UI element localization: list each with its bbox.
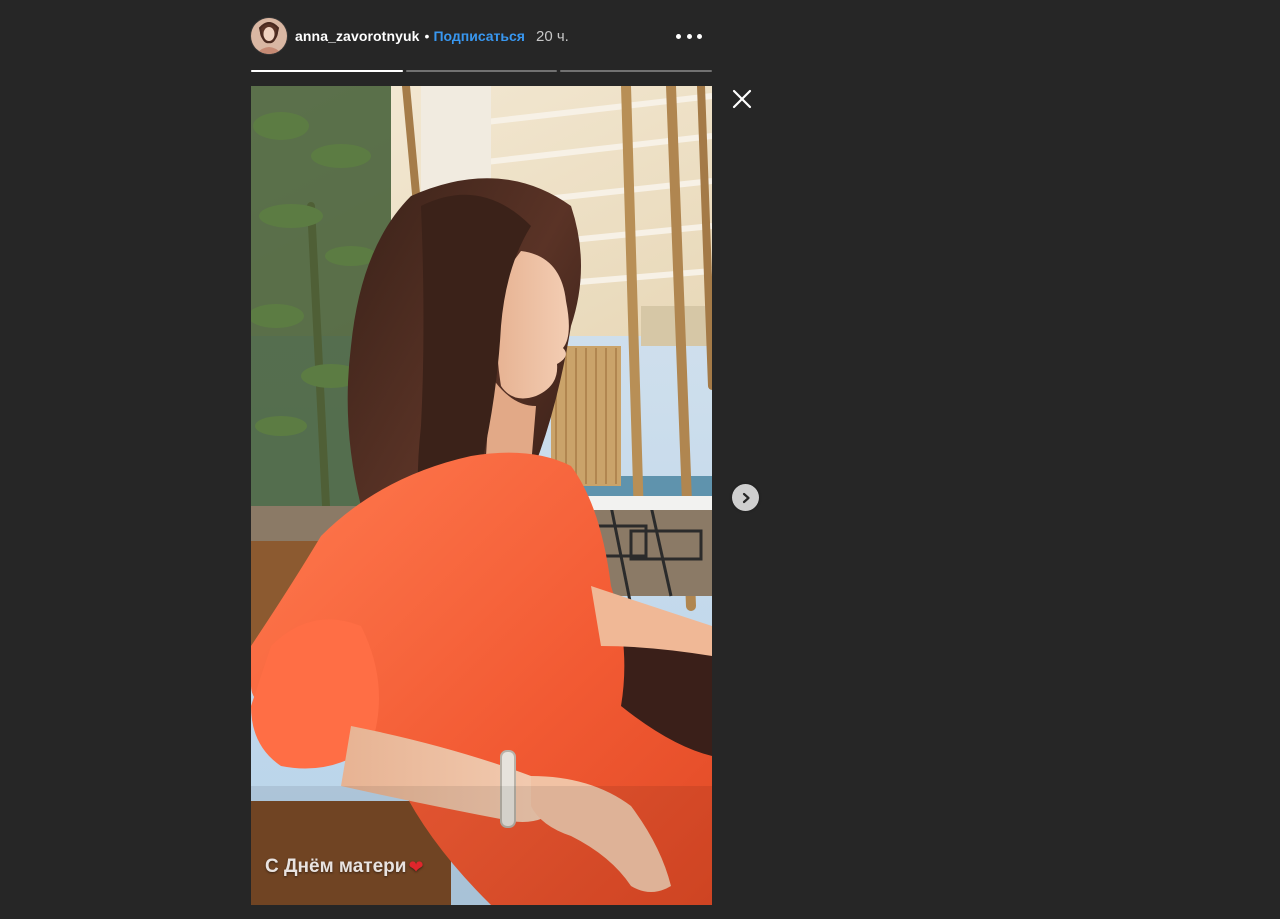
story-photo [251, 86, 712, 905]
chevron-right-icon [742, 492, 750, 503]
next-story-button[interactable] [732, 484, 759, 511]
story-viewer: anna_zavorotnyuk • Подписаться 20 ч. С Д… [0, 0, 1280, 919]
close-icon[interactable] [731, 88, 753, 110]
story-header: anna_zavorotnyuk • Подписаться 20 ч. [251, 17, 712, 55]
story-progress-bar [251, 70, 713, 73]
username[interactable]: anna_zavorotnyuk [295, 28, 420, 44]
caption-text: С Днём матери [265, 856, 407, 877]
progress-segment [560, 70, 713, 72]
profile-avatar[interactable] [251, 18, 287, 54]
heart-emoji: ❤ [408, 856, 424, 877]
timestamp: 20 ч. [535, 27, 569, 45]
progress-segment [251, 70, 403, 72]
follow-button[interactable]: Подписаться [433, 28, 525, 44]
story-caption: С Днём матери ❤ [265, 856, 424, 878]
story-media[interactable]: С Днём матери ❤ [251, 86, 712, 905]
more-options-icon[interactable] [676, 25, 702, 47]
progress-segment [405, 70, 558, 72]
separator-dot: • [424, 28, 430, 44]
